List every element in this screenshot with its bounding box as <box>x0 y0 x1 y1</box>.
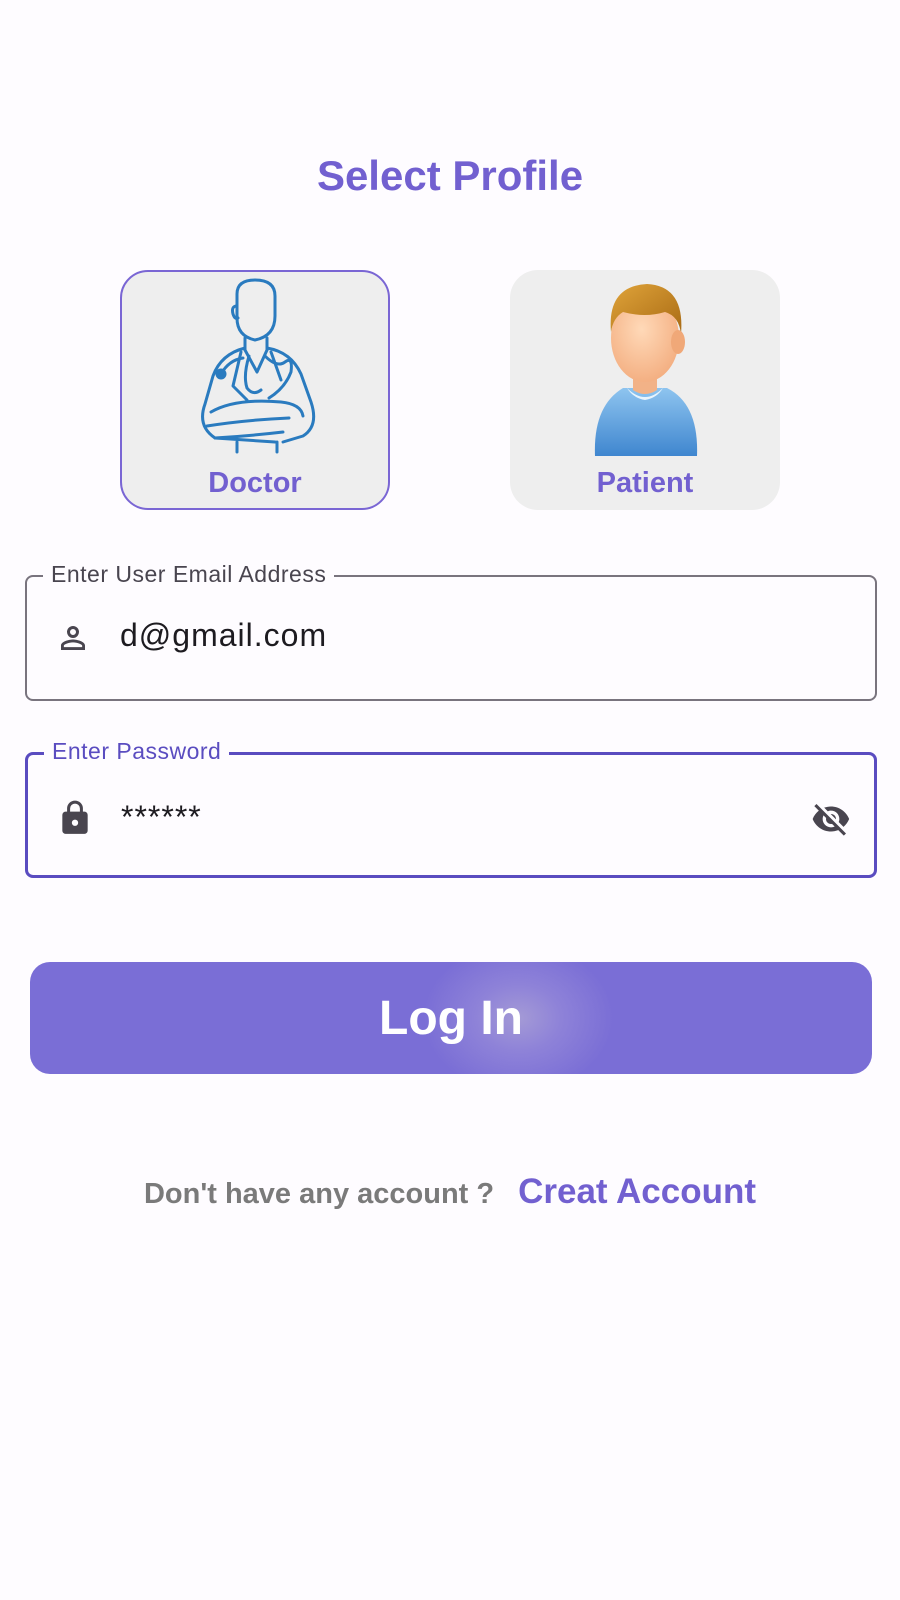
email-field-label: Enter User Email Address <box>43 561 335 588</box>
login-screen: Select Profile Doctor Patient Enter User… <box>0 0 900 1600</box>
login-button[interactable]: Log In <box>30 962 872 1074</box>
email-input-value: d@gmail.com <box>120 617 328 653</box>
signup-prompt-text: Don't have any account ? <box>143 1178 495 1210</box>
profile-label-doctor: Doctor <box>208 467 302 499</box>
doctor-icon <box>201 278 316 454</box>
password-field-label: Enter Password <box>44 738 230 765</box>
email-field[interactable]: Enter User Email Address d@gmail.com <box>25 561 877 701</box>
patient-icon <box>594 284 698 456</box>
visibility-off-icon[interactable] <box>806 799 856 839</box>
password-input-value: ****** <box>121 799 202 835</box>
profile-card-doctor[interactable]: Doctor <box>120 270 390 510</box>
password-field[interactable]: Enter Password ****** <box>25 738 877 878</box>
profile-card-patient[interactable]: Patient <box>510 270 780 510</box>
signup-prompt: Don't have any account ? Creat Account <box>0 1172 900 1212</box>
create-account-link[interactable]: Creat Account <box>518 1172 756 1212</box>
lock-icon <box>62 800 88 834</box>
page-title: Select Profile <box>316 152 584 199</box>
profile-label-patient: Patient <box>596 467 694 499</box>
person-outline-icon <box>61 626 85 650</box>
